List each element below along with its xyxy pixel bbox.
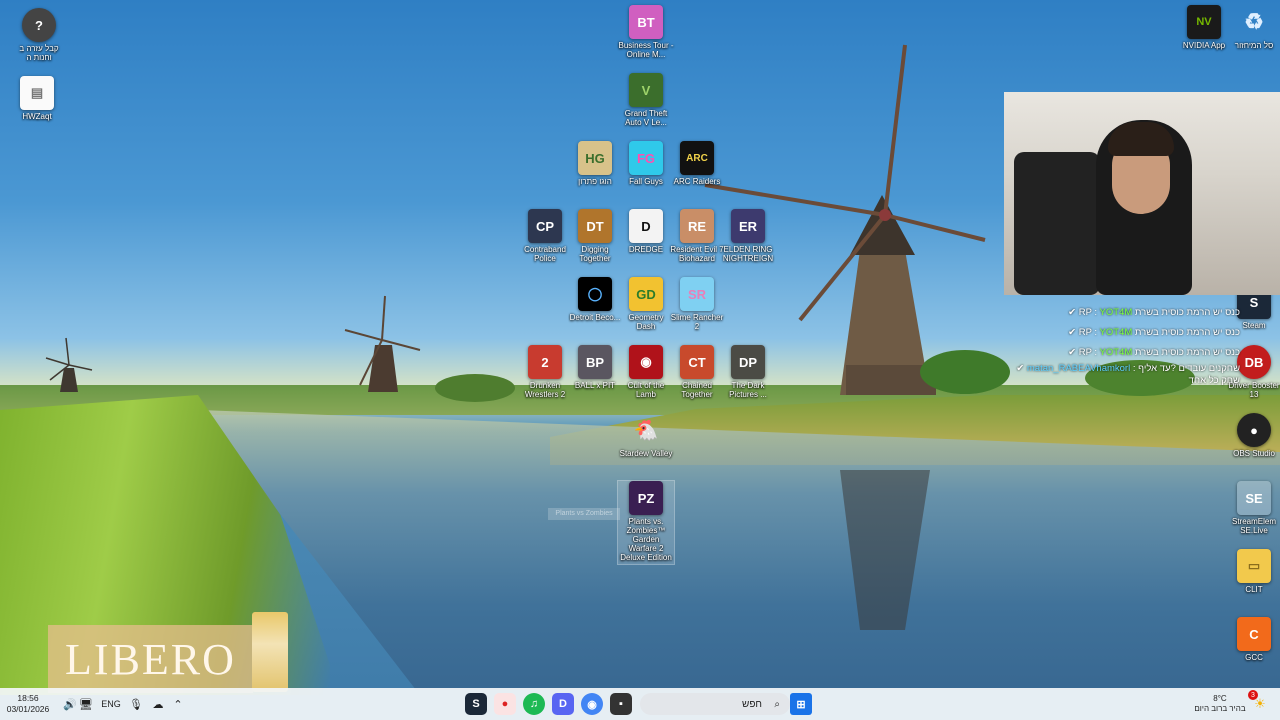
desktop-icon-obs-studio[interactable]: ● OBS Studio: [1226, 413, 1280, 458]
dredge-icon: D: [629, 209, 663, 243]
desktop-icon-cult-of-the-lamb[interactable]: ◉ Cult of the Lamb: [618, 345, 674, 399]
taskbar-steam-icon[interactable]: S: [465, 693, 487, 715]
text-file-icon: ▤: [20, 76, 54, 110]
desktop-icon-ball-x-pit[interactable]: BP BALL x PIT: [567, 345, 623, 390]
arc-raiders-icon: ARC: [680, 141, 714, 175]
dark-pictures-icon: DP: [731, 345, 765, 379]
desktop-icon-dredge[interactable]: D DREDGE: [618, 209, 674, 254]
stardew-valley-icon: 🐔: [633, 419, 659, 442]
desktop-icon-slime-rancher-2[interactable]: SR Slime Rancher 2: [669, 277, 725, 331]
folder-icon: ▭: [1237, 549, 1271, 583]
weather-temp: 8°C: [1213, 694, 1227, 703]
desktop-icon-folder[interactable]: ▭ CLIT: [1226, 549, 1280, 594]
ball-x-pit-icon: BP: [578, 345, 612, 379]
volume-icon[interactable]: 🔊: [62, 688, 78, 720]
gta-v-icon: V: [629, 73, 663, 107]
desktop-icon-stardew-valley[interactable]: 🐔 Stardew Valley: [618, 413, 674, 459]
obs-icon: ●: [1237, 413, 1271, 447]
detroit-icon: ◯: [578, 277, 612, 311]
drunken-wrestlers-icon: 2: [528, 345, 562, 379]
weather-desc: בהיר ברוב היום: [1194, 704, 1246, 713]
desktop-icon-file[interactable]: ▤ HWZaqt: [9, 76, 65, 121]
libero-ad-banner: LIBERO: [48, 625, 253, 693]
desktop-icon-detroit[interactable]: ◯ Detroit Beco...: [567, 277, 623, 322]
desktop-icon-gcc[interactable]: C GCC: [1226, 617, 1280, 662]
search-icon: ⌕: [774, 698, 780, 710]
desktop-icon-recycle-bin[interactable]: ♻ סל המיחזור: [1226, 5, 1280, 50]
language-indicator[interactable]: ENG: [98, 688, 124, 720]
ad-brand-text: LIBERO: [65, 634, 236, 684]
microphone-icon[interactable]: 🎙: [128, 688, 144, 720]
desktop-icon-contraband-police[interactable]: CP Contraband Police: [517, 209, 573, 263]
clock-time: 18:56: [17, 693, 39, 703]
chat-line: כנס יש הרמת כוסית בשרת RP : YOT4M ✔: [1068, 327, 1240, 338]
taskbar-spotify-icon[interactable]: ♫: [523, 693, 545, 715]
desktop-icon-geometry-dash[interactable]: GD Geometry Dash: [618, 277, 674, 331]
taskbar-clock[interactable]: 18:56 03/01/2026: [4, 688, 52, 720]
notification-badge[interactable]: 3: [1248, 690, 1258, 700]
cult-of-the-lamb-icon: ◉: [629, 345, 663, 379]
hugo-icon: HG: [578, 141, 612, 175]
chat-line: שחק כל אחד: [1188, 375, 1240, 386]
network-icon[interactable]: 🖥: [78, 688, 94, 720]
desktop-icon-drunken-wrestlers-2[interactable]: 2 Drunken Wrestlers 2: [517, 345, 573, 399]
chat-line: כנס יש הרמת כוסית בשרת RP : YOT4M ✔: [1068, 347, 1240, 358]
desktop-icon-pvz-garden-warfare-2[interactable]: PZ Plants vs. Zombies™ Garden Warfare 2 …: [617, 480, 675, 565]
windows-start-icon[interactable]: ⊞: [790, 693, 812, 715]
perfume-bottle-image: [252, 612, 288, 692]
search-placeholder: חפש: [742, 698, 762, 710]
cloud-off-icon[interactable]: ☁: [150, 688, 166, 720]
webcam-chair: [1014, 152, 1100, 295]
taskbar-paint-icon[interactable]: ●: [494, 693, 516, 715]
stream-chat-overlay: כנס יש הרמת כוסית בשרת RP : YOT4M ✔ כנס …: [1016, 303, 1240, 387]
driver-booster-icon: DB: [1237, 345, 1271, 379]
digging-together-icon: DT: [578, 209, 612, 243]
business-tour-icon: BT: [629, 5, 663, 39]
taskbar-discord-icon[interactable]: D: [552, 693, 574, 715]
wallpaper-canal: [200, 410, 1280, 690]
desktop-icon-business-tour[interactable]: BT Business Tour - Online M...: [618, 5, 674, 59]
taskbar-weather[interactable]: 8°C בהיר ברוב היום: [1190, 688, 1250, 720]
desktop-icon-hugo[interactable]: HG הוגו פתרון: [567, 141, 623, 186]
streamelements-icon: SE: [1237, 481, 1271, 515]
elden-ring-icon: ER: [731, 209, 765, 243]
taskbar-window-icon[interactable]: ▪: [610, 693, 632, 715]
geometry-dash-icon: GD: [629, 277, 663, 311]
desktop-icon-fall-guys[interactable]: FG Fall Guys: [618, 141, 674, 186]
chained-together-icon: CT: [680, 345, 714, 379]
desktop-icon-arc-raiders[interactable]: ARC ARC Raiders: [669, 141, 725, 186]
desktop-icon-digging-together[interactable]: DT Digging Together: [567, 209, 623, 263]
desktop-icon-elden-ring-nightreign[interactable]: ER ELDEN RING NIGHTREIGN: [720, 209, 776, 263]
desktop-icon-gta-v[interactable]: V Grand Theft Auto V Le...: [618, 73, 674, 127]
resident-evil-icon: RE: [680, 209, 714, 243]
taskbar: 18:56 03/01/2026 🔊 🖥 ENG 🎙 ☁ ⌃ S ● ♫ D ◉…: [0, 688, 1280, 720]
desktop-icon-resident-evil-7[interactable]: RE Resident Evil 7 Biohazard: [669, 209, 725, 263]
desktop-icon-nvidia-app[interactable]: NV NVIDIA App: [1176, 5, 1232, 50]
slime-rancher-icon: SR: [680, 277, 714, 311]
recycle-bin-icon: ♻: [1244, 9, 1264, 34]
help-icon: ?: [22, 8, 56, 42]
chevron-up-icon[interactable]: ⌃: [170, 688, 186, 720]
desktop-icon-dark-pictures[interactable]: DP The Dark Pictures ...: [720, 345, 776, 399]
pvz-garden-warfare-icon: PZ: [629, 481, 663, 515]
desktop-icon-chained-together[interactable]: CT Chained Together: [669, 345, 725, 399]
gcc-icon: C: [1237, 617, 1271, 651]
chat-line: שחקנים עובדים ?עד אליף : matan_RABEAVham…: [1016, 363, 1240, 374]
webcam-overlay: [1004, 92, 1280, 295]
taskbar-chrome-icon[interactable]: ◉: [581, 693, 603, 715]
contraband-police-icon: CP: [528, 209, 562, 243]
desktop-icon-get-help[interactable]: ? קבל עזרה ב וחנות ה: [11, 8, 67, 62]
chat-line: כנס יש הרמת כוסית בשרת RP : YOT4M ✔: [1068, 307, 1240, 318]
fall-guys-icon: FG: [629, 141, 663, 175]
drag-tooltip: Plants vs Zombies: [548, 508, 620, 520]
taskbar-search-box[interactable]: חפש ⌕: [640, 693, 790, 715]
desktop-icon-streamelements[interactable]: SE StreamElem SE.Live: [1226, 481, 1280, 535]
clock-date: 03/01/2026: [6, 704, 50, 714]
nvidia-icon: NV: [1187, 5, 1221, 39]
webcam-person-hair: [1108, 122, 1174, 156]
